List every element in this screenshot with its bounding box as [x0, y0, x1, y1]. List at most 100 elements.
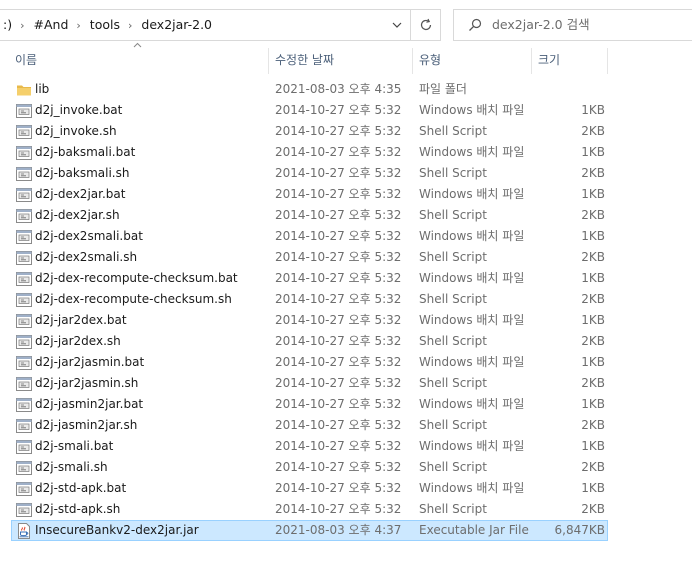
file-row[interactable]: d2j-std-apk.bat 2014-10-27 오후 5:32 Windows… — [11, 478, 608, 499]
breadcrumb: :) › #And › tools › dex2jar-2.0 — [3, 10, 212, 40]
file-type: Windows 배치 파일 — [419, 313, 525, 327]
file-name[interactable]: d2j-jar2jasmin.bat — [35, 353, 144, 372]
file-row[interactable]: d2j-dex-recompute-checksum.sh 2014-10-27 … — [11, 289, 608, 310]
file-name[interactable]: d2j-std-apk.bat — [35, 479, 126, 498]
file-type: Shell Script — [419, 334, 487, 348]
file-row[interactable]: d2j-dex2jar.bat 2014-10-27 오후 5:32 Windows… — [11, 184, 608, 205]
file-date: 2014-10-27 오후 5:32 — [275, 313, 402, 327]
batch-file-icon — [16, 103, 32, 119]
batch-file-icon — [16, 481, 32, 497]
file-size: 1KB — [581, 271, 605, 285]
file-row[interactable]: d2j-smali.bat 2014-10-27 오후 5:32 Windows 배… — [11, 436, 608, 457]
script-file-icon — [16, 460, 32, 476]
file-name[interactable]: d2j-jasmin2jar.sh — [35, 416, 137, 435]
script-file-icon — [16, 124, 32, 140]
folder-icon — [16, 82, 32, 98]
file-name[interactable]: d2j-jasmin2jar.bat — [35, 395, 143, 414]
column-header-name[interactable]: 이름 — [15, 46, 267, 74]
file-type: Shell Script — [419, 208, 487, 222]
refresh-button[interactable] — [410, 9, 441, 41]
column-header-size[interactable]: 크기 — [538, 46, 608, 74]
file-row[interactable]: d2j_invoke.sh 2014-10-27 오후 5:32 Shell Scr… — [11, 121, 608, 142]
file-size: 2KB — [581, 166, 605, 180]
file-name[interactable]: lib — [35, 80, 49, 99]
column-divider[interactable] — [607, 48, 608, 74]
file-row[interactable]: d2j-smali.sh 2014-10-27 오후 5:32 Shell Scri… — [11, 457, 608, 478]
file-size: 1KB — [581, 397, 605, 411]
file-name[interactable]: d2j-dex2jar.bat — [35, 185, 125, 204]
file-date: 2014-10-27 오후 5:32 — [275, 103, 402, 117]
file-date: 2014-10-27 오후 5:32 — [275, 208, 402, 222]
column-header-date[interactable]: 수정한 날짜 — [275, 46, 410, 74]
file-type: Shell Script — [419, 292, 487, 306]
address-history-dropdown-button[interactable] — [385, 10, 409, 40]
file-row[interactable]: d2j-std-apk.sh 2014-10-27 오후 5:32 Shell Sc… — [11, 499, 608, 520]
file-row[interactable]: d2j-jar2dex.sh 2014-10-27 오후 5:32 Shell Sc… — [11, 331, 608, 352]
file-type: Windows 배치 파일 — [419, 271, 525, 285]
file-date: 2014-10-27 오후 5:32 — [275, 145, 402, 159]
file-row[interactable]: d2j-jar2dex.bat 2014-10-27 오후 5:32 Windows… — [11, 310, 608, 331]
file-size: 1KB — [581, 313, 605, 327]
file-name[interactable]: d2j_invoke.bat — [35, 101, 122, 120]
search-input[interactable] — [492, 10, 682, 40]
file-size: 1KB — [581, 355, 605, 369]
breadcrumb-item-drive[interactable]: :) — [3, 10, 12, 40]
file-row[interactable]: d2j-dex2smali.bat 2014-10-27 오후 5:32 Windo… — [11, 226, 608, 247]
file-name[interactable]: d2j-baksmali.sh — [35, 164, 129, 183]
file-name[interactable]: d2j-dex2smali.sh — [35, 248, 137, 267]
file-date: 2014-10-27 오후 5:32 — [275, 502, 402, 516]
file-row[interactable]: d2j-dex2smali.sh 2014-10-27 오후 5:32 Shell … — [11, 247, 608, 268]
file-name[interactable]: d2j-smali.bat — [35, 437, 113, 456]
file-type: Shell Script — [419, 502, 487, 516]
file-row[interactable]: d2j-dex2jar.sh 2014-10-27 오후 5:32 Shell Sc… — [11, 205, 608, 226]
file-name[interactable]: d2j_invoke.sh — [35, 122, 117, 141]
file-name[interactable]: InsecureBankv2-dex2jar.jar — [35, 521, 199, 540]
file-row[interactable]: d2j-baksmali.sh 2014-10-27 오후 5:32 Shell S… — [11, 163, 608, 184]
file-name[interactable]: d2j-smali.sh — [35, 458, 108, 477]
file-type: Windows 배치 파일 — [419, 355, 525, 369]
file-type: Shell Script — [419, 376, 487, 390]
column-divider[interactable] — [268, 48, 269, 74]
file-row[interactable]: d2j_invoke.bat 2014-10-27 오후 5:32 Windows … — [11, 100, 608, 121]
file-row[interactable]: d2j-dex-recompute-checksum.bat 2014-10-27… — [11, 268, 608, 289]
column-divider[interactable] — [412, 48, 413, 74]
file-name[interactable]: d2j-std-apk.sh — [35, 500, 120, 519]
file-name[interactable]: d2j-jar2dex.sh — [35, 332, 121, 351]
file-row[interactable]: lib 2021-08-03 오후 4:35 파일 폴더 — [11, 79, 608, 100]
batch-file-icon — [16, 271, 32, 287]
file-row[interactable]: d2j-baksmali.bat 2014-10-27 오후 5:32 Window… — [11, 142, 608, 163]
breadcrumb-separator-icon[interactable]: › — [76, 11, 80, 41]
file-size: 1KB — [581, 481, 605, 495]
file-name[interactable]: d2j-dex-recompute-checksum.sh — [35, 290, 232, 309]
column-divider[interactable] — [531, 48, 532, 74]
file-name[interactable]: d2j-dex2jar.sh — [35, 206, 120, 225]
breadcrumb-item-and[interactable]: #And — [34, 10, 69, 40]
search-box[interactable] — [453, 9, 692, 41]
file-date: 2014-10-27 오후 5:32 — [275, 166, 402, 180]
file-row[interactable]: InsecureBankv2-dex2jar.jar 2021-08-03 오후 … — [11, 520, 608, 541]
breadcrumb-separator-icon[interactable]: › — [128, 11, 132, 41]
file-row[interactable]: d2j-jasmin2jar.bat 2014-10-27 오후 5:32 Wind… — [11, 394, 608, 415]
file-row[interactable]: d2j-jar2jasmin.sh 2014-10-27 오후 5:32 Shell… — [11, 373, 608, 394]
breadcrumb-separator-icon[interactable]: › — [20, 11, 24, 41]
address-bar[interactable]: :) › #And › tools › dex2jar-2.0 — [0, 9, 411, 41]
file-name[interactable]: d2j-dex-recompute-checksum.bat — [35, 269, 238, 288]
script-file-icon — [16, 292, 32, 308]
file-type: Windows 배치 파일 — [419, 439, 525, 453]
file-type: Shell Script — [419, 250, 487, 264]
file-size — [532, 80, 605, 99]
file-row[interactable]: d2j-jar2jasmin.bat 2014-10-27 오후 5:32 Wind… — [11, 352, 608, 373]
breadcrumb-item-current[interactable]: dex2jar-2.0 — [141, 10, 212, 40]
file-name[interactable]: d2j-dex2smali.bat — [35, 227, 143, 246]
file-name[interactable]: d2j-baksmali.bat — [35, 143, 135, 162]
file-name[interactable]: d2j-jar2dex.bat — [35, 311, 127, 330]
column-header-type[interactable]: 유형 — [419, 46, 529, 74]
file-row[interactable]: d2j-jasmin2jar.sh 2014-10-27 오후 5:32 Shell… — [11, 415, 608, 436]
batch-file-icon — [16, 397, 32, 413]
breadcrumb-item-tools[interactable]: tools — [90, 10, 120, 40]
file-size: 2KB — [581, 292, 605, 306]
file-date: 2014-10-27 오후 5:32 — [275, 439, 402, 453]
file-type: Shell Script — [419, 166, 487, 180]
file-type: Shell Script — [419, 460, 487, 474]
file-name[interactable]: d2j-jar2jasmin.sh — [35, 374, 138, 393]
